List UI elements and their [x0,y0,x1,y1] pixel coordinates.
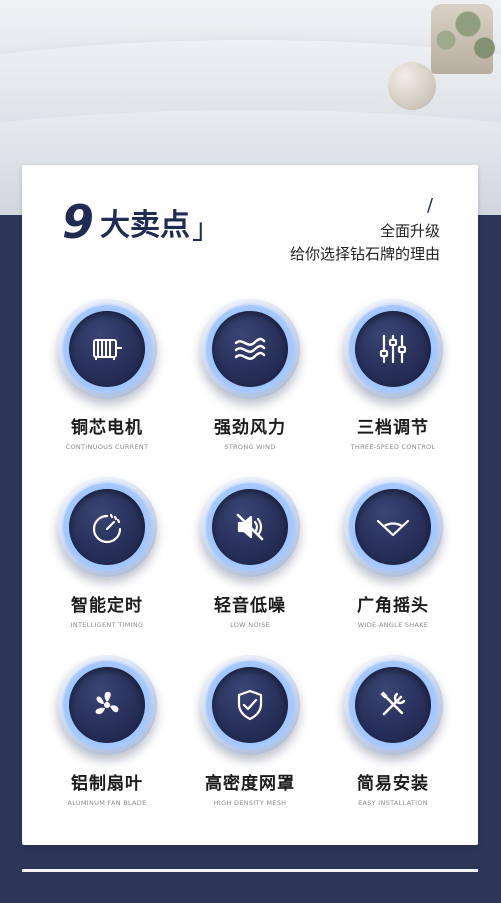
stone-ball-decor [388,62,436,110]
shield-check-icon [237,689,263,721]
wind-icon [234,337,266,360]
feature-title: 铝制扇叶 [71,774,143,794]
feature-item: 广角摇头 WIDE-ANGLE SHAKE [323,477,463,629]
feature-subtitle: ALUMINUM FAN BLADE [67,799,147,807]
motor-icon [93,339,122,360]
page-title: 9 大卖点 」 [62,199,220,245]
feature-item: 强劲风力 STRONG WIND [180,299,320,451]
timer-icon [92,513,122,544]
feature-item: 三档调节 THREE-SPEED CONTROL [323,299,463,451]
tools-icon [380,691,406,716]
feature-item: 智能定时 INTELLIGENT TIMING [37,477,177,629]
feature-item: 铜芯电机 CONTINUOUS CURRENT [37,299,177,451]
feature-medal [57,477,157,577]
feature-title: 智能定时 [71,596,143,616]
subtitle-line-1: 全面升级 [379,222,440,240]
feature-medal [200,477,300,577]
feature-item: 高密度网罩 HIGH DENSITY MESH [180,655,320,807]
feature-title: 三档调节 [357,418,429,438]
feature-title: 广角摇头 [357,596,429,616]
feature-medal [343,655,443,755]
feature-subtitle: WIDE-ANGLE SHAKE [357,621,429,629]
feature-title: 简易安装 [357,774,429,794]
feature-subtitle: EASY INSTALLATION [358,799,428,807]
feature-title: 铜芯电机 [71,418,143,438]
feature-subtitle: CONTINUOUS CURRENT [65,443,149,451]
wide-angle-icon [376,519,410,537]
feature-item: 简易安装 EASY INSTALLATION [323,655,463,807]
title-text: 大卖点 [100,208,191,243]
title-bracket: 」 [192,212,221,245]
mute-speaker-icon [236,513,264,541]
feature-medal [343,477,443,577]
feature-subtitle: HIGH DENSITY MESH [213,799,287,807]
title-slash: / [427,195,434,216]
feature-medal [57,299,157,399]
bottom-divider [22,869,478,872]
feature-title: 强劲风力 [214,418,286,438]
fan-blade-icon [95,691,119,715]
feature-medal [343,299,443,399]
feature-medal [200,655,300,755]
feature-subtitle: INTELLIGENT TIMING [70,621,144,629]
feature-medal [57,655,157,755]
feature-medal [200,299,300,399]
feature-item: 轻音低噪 LOW NOISE [180,477,320,629]
title-number: 9 [62,195,95,249]
feature-subtitle: LOW NOISE [230,621,270,629]
selling-points-card: 9 大卖点 」 / 全面升级 给你选择钻石牌的理由 铜芯电机 CONTINUOU… [22,165,478,845]
feature-subtitle: THREE-SPEED CONTROL [350,443,436,451]
sliders-icon [379,334,407,364]
feature-item: 铝制扇叶 ALUMINUM FAN BLADE [37,655,177,807]
feature-title: 轻音低噪 [214,596,286,616]
subtitle-line-2: 给你选择钻石牌的理由 [289,245,440,263]
feature-title: 高密度网罩 [205,774,295,794]
feature-subtitle: STRONG WIND [224,443,276,451]
